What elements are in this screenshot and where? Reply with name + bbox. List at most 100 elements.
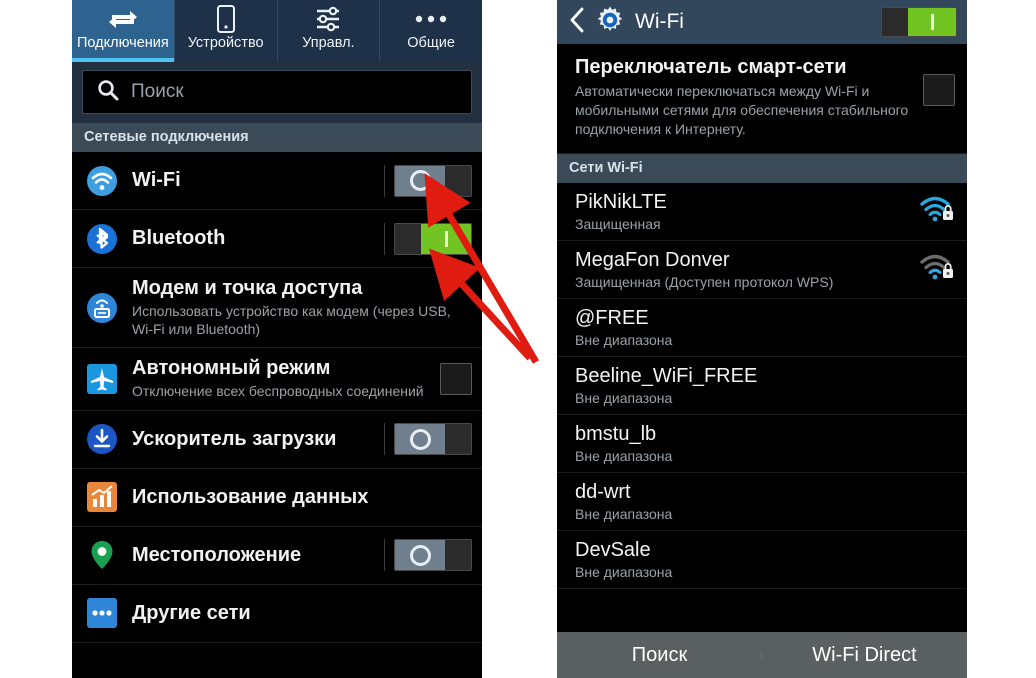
settings-tab-bar: Подключения Устройство Управл. Общие — [72, 0, 482, 62]
search-bar-container: Поиск — [72, 62, 482, 123]
list-item-title: Wi-Fi — [132, 168, 181, 191]
list-item-text: Автономный режим Отключение всех беспров… — [132, 348, 426, 410]
screenshot-root: Подключения Устройство Управл. Общие Пои… — [0, 0, 1036, 678]
smart-switch-text: Переключатель смарт-сети Автоматически п… — [575, 56, 913, 139]
airplane-icon — [86, 363, 118, 395]
back-chevron-icon[interactable] — [569, 7, 585, 38]
wifi-network-item[interactable]: PikNikLTE Защищенная — [557, 183, 967, 242]
wifi-network-item[interactable]: DevSale Вне диапазона — [557, 531, 967, 590]
tethering-hotspot-icon — [86, 292, 118, 324]
list-item-text: Bluetooth — [132, 218, 370, 260]
tab-general[interactable]: Общие — [380, 0, 482, 62]
list-item-title: Bluetooth — [132, 226, 226, 249]
toggle-knob-off — [395, 424, 445, 455]
wifi-network-item[interactable]: MegaFon Donver Защищенная (Доступен прот… — [557, 241, 967, 300]
smart-switch-checkbox[interactable] — [923, 74, 955, 106]
network-status: Вне диапазона — [575, 448, 673, 465]
location-pin-icon — [86, 539, 118, 571]
wifi-header: Wi-Fi — [557, 0, 967, 44]
network-status: Вне диапазона — [575, 332, 673, 349]
wifi-toggle[interactable] — [384, 164, 472, 197]
toggle-track — [394, 539, 472, 572]
network-status: Защищенная — [575, 216, 661, 233]
wifi-networks-header: Сети Wi-Fi — [557, 154, 967, 184]
download-booster-icon — [86, 423, 118, 455]
list-item-tethering[interactable]: Модем и точка доступа Использовать устро… — [72, 268, 482, 349]
network-name: @FREE — [575, 307, 649, 330]
list-item-text: Модем и точка доступа Использовать устро… — [132, 268, 472, 347]
tab-controls[interactable]: Управл. — [278, 0, 381, 62]
search-icon — [97, 79, 119, 106]
list-item-location[interactable]: Местоположение — [72, 527, 482, 585]
network-text: @FREE Вне диапазона — [575, 306, 955, 348]
wifi-secured-full-icon — [919, 194, 955, 229]
network-text: PikNikLTE Защищенная — [575, 190, 909, 232]
wifi-network-item[interactable]: Beeline_WiFi_FREE Вне диапазона — [557, 357, 967, 416]
toggle-knob-on — [421, 223, 471, 254]
scan-button[interactable]: Поиск — [557, 644, 762, 667]
toggle-knob-off — [395, 540, 445, 571]
wifi-network-item[interactable]: dd-wrt Вне диапазона — [557, 473, 967, 532]
tab-general-label: Общие — [407, 35, 455, 51]
tab-connections-label: Подключения — [77, 35, 169, 51]
network-status: Вне диапазона — [575, 506, 673, 523]
bluetooth-icon — [86, 223, 118, 255]
list-item-data-usage[interactable]: Использование данных — [72, 469, 482, 527]
network-text: DevSale Вне диапазона — [575, 538, 955, 580]
search-placeholder: Поиск — [131, 81, 184, 102]
list-item-text: Другие сети — [132, 593, 472, 635]
wifi-settings-panel: Wi-Fi Переключатель смарт-сети Автоматич… — [557, 0, 967, 678]
network-name: Beeline_WiFi_FREE — [575, 365, 758, 388]
list-item-bluetooth[interactable]: Bluetooth — [72, 210, 482, 268]
location-toggle[interactable] — [384, 539, 472, 572]
airplane-mode-checkbox[interactable] — [440, 363, 472, 396]
network-status: Вне диапазона — [575, 564, 673, 581]
network-status: Вне диапазона — [575, 390, 673, 407]
network-name: dd-wrt — [575, 481, 631, 504]
wifi-master-toggle[interactable] — [881, 7, 957, 37]
wifi-network-item[interactable]: @FREE Вне диапазона — [557, 299, 967, 358]
list-item-text: Местоположение — [132, 535, 370, 577]
network-text: dd-wrt Вне диапазона — [575, 480, 955, 522]
wifi-network-item[interactable]: bmstu_lb Вне диапазона — [557, 415, 967, 474]
phone-icon — [216, 5, 235, 33]
network-name: PikNikLTE — [575, 191, 667, 214]
network-text: MegaFon Donver Защищенная (Доступен прот… — [575, 248, 909, 290]
list-item-title: Другие сети — [132, 601, 251, 624]
gear-icon — [595, 5, 625, 40]
network-name: MegaFon Donver — [575, 249, 730, 272]
list-item-text: Ускоритель загрузки — [132, 419, 370, 461]
list-item-subtitle: Отключение всех беспроводных соединений — [132, 383, 424, 399]
list-item-other-networks[interactable]: Другие сети — [72, 585, 482, 643]
search-input[interactable]: Поиск — [82, 70, 472, 114]
network-name: DevSale — [575, 539, 651, 562]
other-networks-icon — [86, 597, 118, 629]
wifi-bottom-bar: Поиск Wi-Fi Direct — [557, 632, 967, 678]
network-text: Beeline_WiFi_FREE Вне диапазона — [575, 364, 955, 406]
toggle-track — [394, 164, 472, 197]
download-booster-toggle[interactable] — [384, 423, 472, 456]
tab-device[interactable]: Устройство — [175, 0, 278, 62]
list-item-wifi[interactable]: Wi-Fi — [72, 152, 482, 210]
list-item-title: Ускоритель загрузки — [132, 427, 337, 450]
data-usage-icon — [86, 481, 118, 513]
smart-network-switch-row[interactable]: Переключатель смарт-сети Автоматически п… — [557, 44, 967, 155]
toggle-track — [394, 222, 472, 255]
list-item-airplane-mode[interactable]: Автономный режим Отключение всех беспров… — [72, 348, 482, 411]
wifi-icon — [86, 165, 118, 197]
bluetooth-toggle[interactable] — [384, 222, 472, 255]
smart-switch-description: Автоматически переключаться между Wi-Fi … — [575, 83, 909, 138]
toggle-knob-off — [395, 165, 445, 196]
wifi-secured-weak-icon — [919, 252, 955, 287]
list-item-title: Модем и точка доступа — [132, 277, 363, 299]
list-item-text: Использование данных — [132, 477, 472, 519]
network-text: bmstu_lb Вне диапазона — [575, 422, 955, 464]
tab-connections[interactable]: Подключения — [72, 0, 175, 62]
list-item-text: Wi-Fi — [132, 160, 370, 202]
list-item-download-booster[interactable]: Ускоритель загрузки — [72, 411, 482, 469]
settings-panel: Подключения Устройство Управл. Общие Пои… — [72, 0, 482, 678]
wifi-direct-button[interactable]: Wi-Fi Direct — [762, 644, 967, 667]
sliders-icon — [314, 5, 342, 33]
list-item-title: Автономный режим — [132, 357, 331, 380]
wifi-title: Wi-Fi — [635, 10, 684, 33]
